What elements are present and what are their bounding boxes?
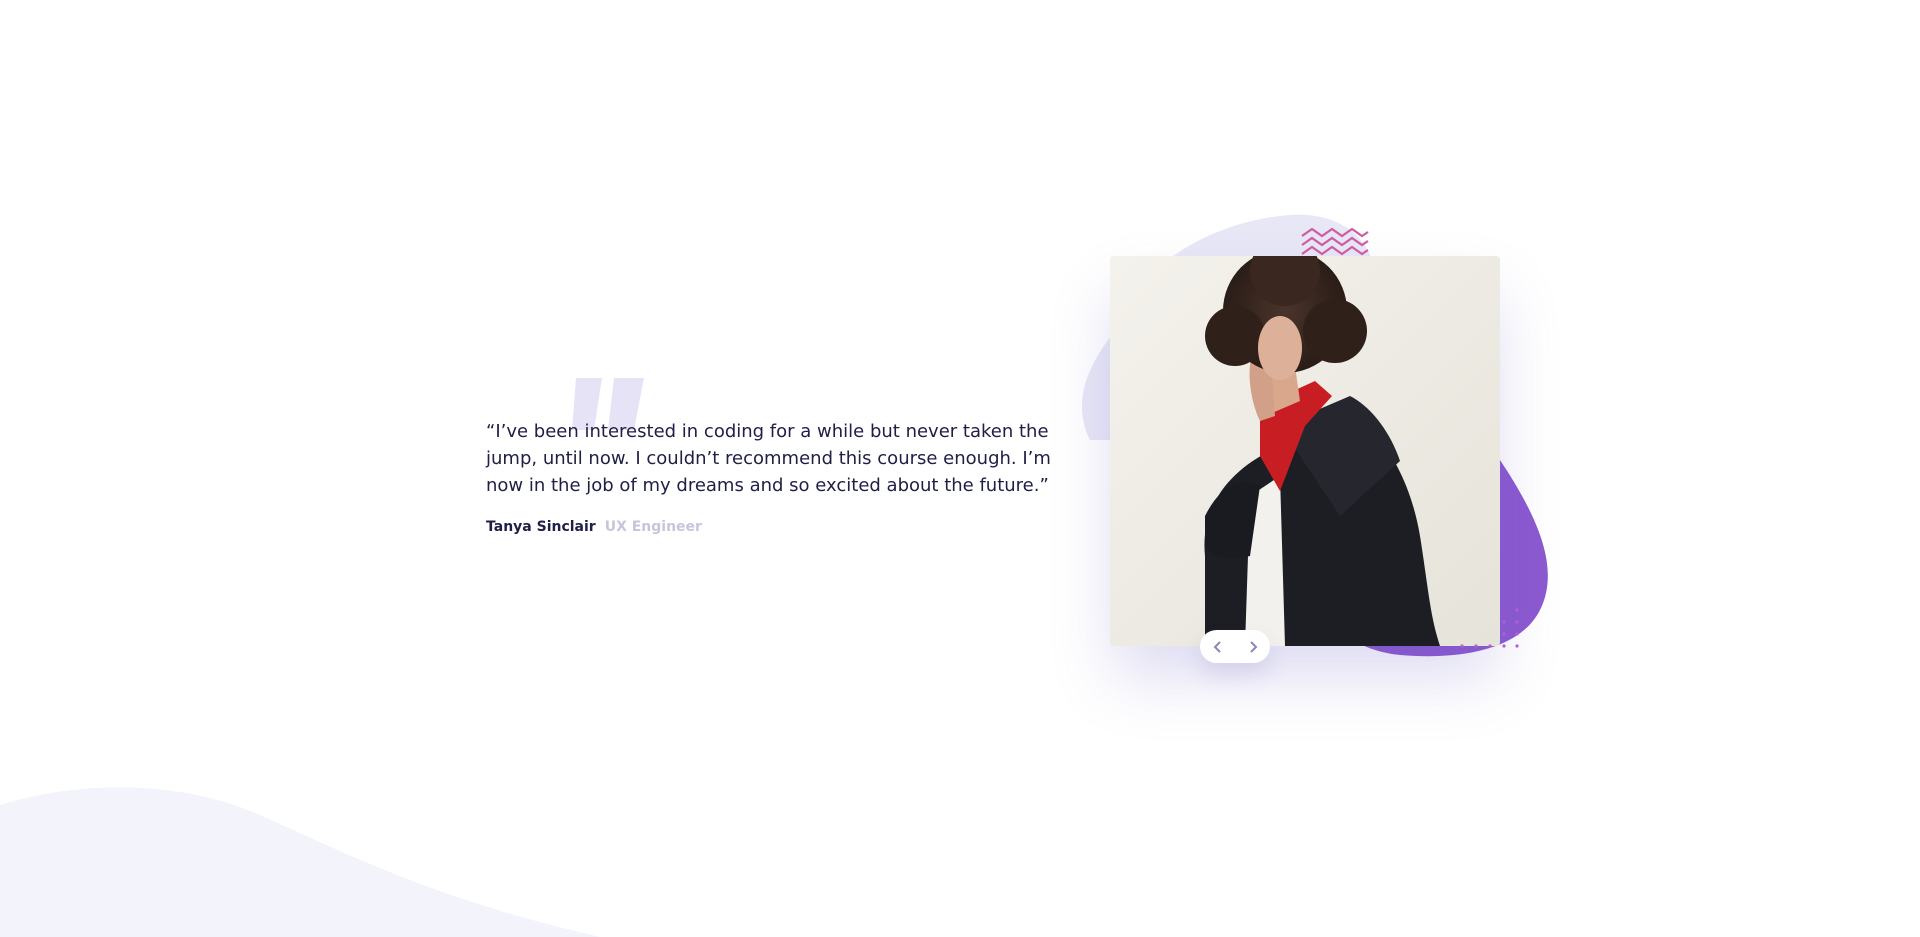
chevron-right-icon	[1249, 640, 1257, 653]
testimonial-quote: “I’ve been interested in coding for a wh…	[486, 421, 1051, 496]
prev-button[interactable]	[1203, 630, 1233, 663]
chevron-left-icon	[1213, 640, 1221, 653]
next-button[interactable]	[1238, 630, 1268, 663]
dot-grid-pattern-icon	[1460, 608, 1519, 648]
photo-slider	[1060, 200, 1560, 680]
zigzag-pattern-icon	[1301, 228, 1369, 256]
slider-navigation	[1200, 630, 1270, 663]
portrait-image	[1110, 256, 1500, 646]
testimonial-page: “I’ve been interested in coding for a wh…	[0, 0, 1920, 937]
author-name: Tanya Sinclair	[486, 519, 596, 535]
portrait-photo	[1110, 256, 1500, 646]
author-line: Tanya Sinclair UX Engineer	[486, 518, 1056, 536]
testimonial-block: “I’ve been interested in coding for a wh…	[486, 418, 1056, 536]
author-role: UX Engineer	[604, 519, 702, 535]
